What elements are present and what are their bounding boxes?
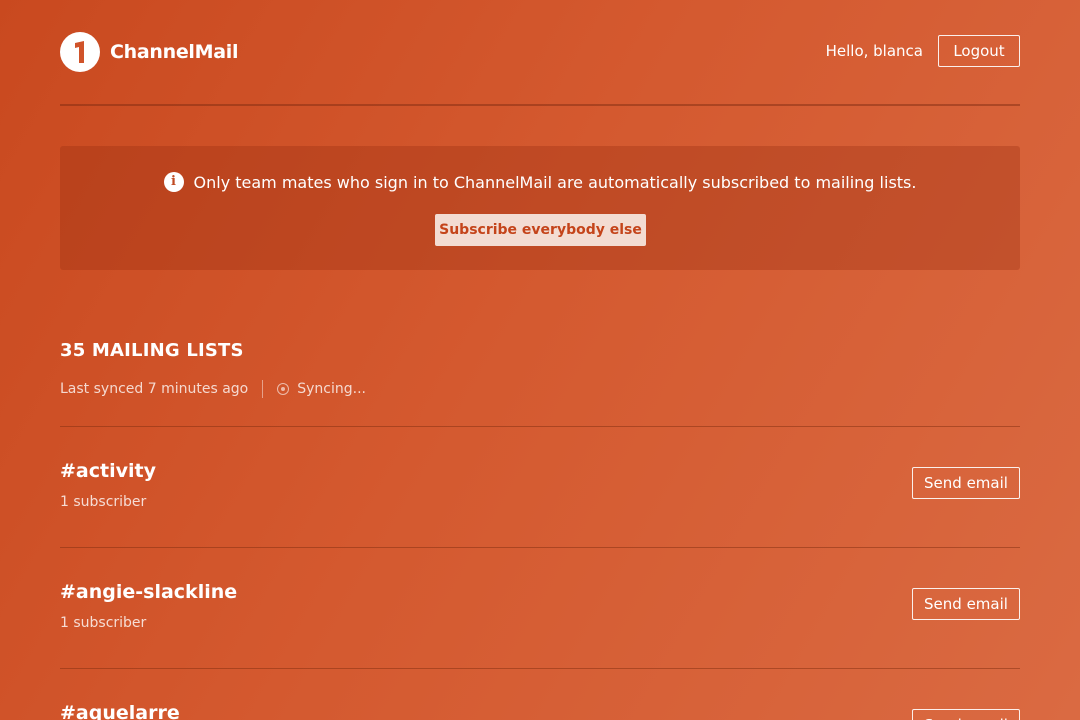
page: ChannelMail Hello, blanca Logout i Only … [60,0,1020,720]
send-email-button[interactable]: Send email [912,709,1020,720]
brand[interactable]: ChannelMail [60,32,239,72]
send-email-button[interactable]: Send email [912,588,1020,620]
send-email-button[interactable]: Send email [912,467,1020,499]
list-name[interactable]: #activity [60,460,156,482]
channelmail-logo-icon [60,32,100,72]
user-greeting: Hello, blanca [825,42,923,60]
divider [262,380,264,398]
subscriber-count: 1 subscriber [60,615,147,631]
subscription-notice: i Only team mates who sign in to Channel… [60,146,1020,270]
sync-status-row: Last synced 7 minutes ago Syncing... [60,379,366,399]
last-synced-text: Last synced 7 minutes ago [60,381,249,397]
list-name[interactable]: #angie-slackline [60,581,237,603]
notice-message-line: i Only team mates who sign in to Channel… [60,172,1020,192]
list-item: #angie-slackline 1 subscriber Send email [60,547,1020,669]
info-icon: i [163,172,184,192]
notice-message: Only team mates who sign in to ChannelMa… [193,172,917,192]
mailing-lists-heading: 35 MAILING LISTS [60,340,244,361]
logout-button[interactable]: Logout [938,35,1020,67]
brand-name: ChannelMail [110,41,239,63]
top-header: ChannelMail Hello, blanca Logout [60,0,1020,106]
syncing-text: Syncing... [297,381,366,397]
list-name[interactable]: #aquelarre [60,702,180,720]
subscriber-count: 1 subscriber [60,494,147,510]
subscribe-everybody-button[interactable]: Subscribe everybody else [435,214,646,246]
list-item: #activity 1 subscriber Send email [60,426,1020,548]
sync-icon [277,383,290,395]
list-item: #aquelarre Send email [60,668,1020,720]
